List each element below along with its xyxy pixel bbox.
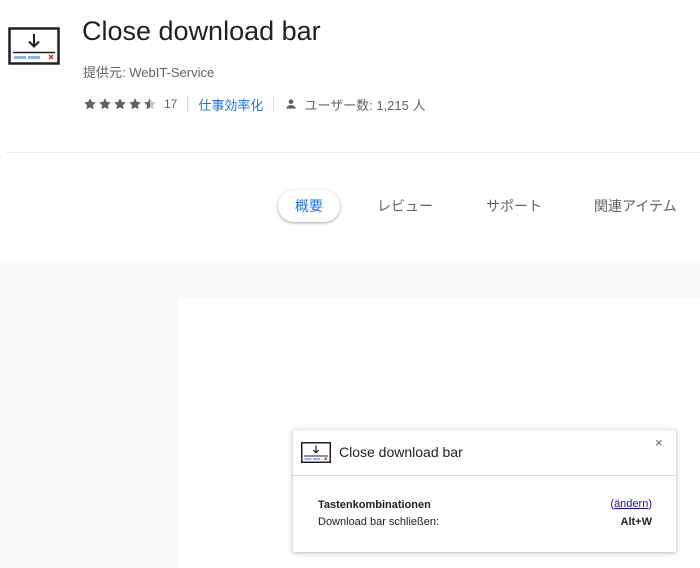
- rating-stars[interactable]: [83, 97, 158, 111]
- star-half-icon: [144, 98, 156, 110]
- shortcut-keys: Alt+W: [620, 516, 652, 528]
- category-link[interactable]: 仕事効率化: [198, 95, 263, 114]
- shortcuts-heading: Tastenkombinationen: [318, 499, 431, 511]
- extension-title: Close download bar: [82, 16, 321, 46]
- rating-count[interactable]: 17: [164, 97, 177, 111]
- close-icon[interactable]: ×: [655, 435, 663, 450]
- tab-support[interactable]: サポート: [486, 190, 542, 222]
- user-count: ユーザー数: 1,215 人: [304, 97, 426, 113]
- star-full-icon: [84, 98, 96, 110]
- paren-close: ): [648, 498, 652, 510]
- meta-separator: [187, 95, 189, 113]
- extension-meta: 17 仕事効率化 ユーザー数: 1,215 人: [83, 94, 425, 114]
- extension-provider: 提供元: WebIT-Service: [83, 65, 215, 80]
- detail-tabs: 概要 レビュー サポート 関連アイテム: [0, 190, 700, 224]
- tab-overview[interactable]: 概要: [278, 190, 340, 222]
- tab-related[interactable]: 関連アイテム: [594, 190, 677, 222]
- star-full-icon: [114, 98, 126, 110]
- tab-reviews[interactable]: レビュー: [377, 190, 433, 222]
- meta-separator: [273, 95, 275, 113]
- change-shortcut-link[interactable]: (ändern): [610, 498, 652, 510]
- star-full-icon: [99, 98, 111, 110]
- extension-header: Close download bar 提供元: WebIT-Service 17…: [0, 0, 700, 152]
- user-icon: [286, 99, 297, 109]
- header-divider: [6, 152, 700, 153]
- download-tray-icon: [8, 27, 60, 65]
- extension-popup: Close download bar × Tastenkombinationen…: [293, 430, 676, 552]
- change-shortcut-label[interactable]: ändern: [614, 498, 648, 510]
- popup-title: Close download bar: [339, 444, 463, 460]
- shortcut-label: Download bar schließen:: [318, 516, 440, 528]
- star-full-icon: [129, 98, 141, 110]
- download-tray-icon: [301, 442, 331, 463]
- popup-divider: [293, 475, 676, 476]
